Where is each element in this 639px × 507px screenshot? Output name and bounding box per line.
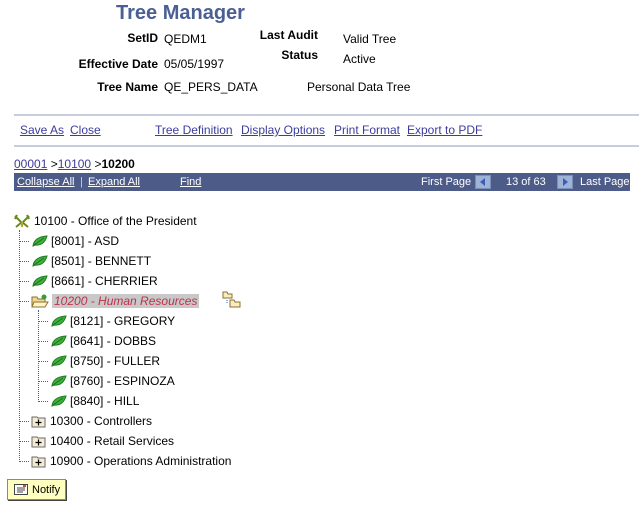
collapse-all-link[interactable]: Collapse All bbox=[17, 176, 74, 188]
tree-name-label: Tree Name bbox=[97, 80, 158, 94]
toolbar-divider: | bbox=[80, 176, 83, 188]
close-link[interactable]: Close bbox=[70, 123, 101, 137]
move-node-icon[interactable] bbox=[222, 290, 242, 311]
setid-value: QEDM1 bbox=[164, 32, 207, 46]
previous-page-button[interactable] bbox=[475, 175, 491, 189]
first-page-label[interactable]: First Page bbox=[421, 176, 471, 188]
tree-collapsed-node[interactable]: 10300 - Controllers bbox=[31, 412, 152, 430]
breadcrumb-separator: > bbox=[50, 157, 58, 171]
tree-connector bbox=[19, 281, 29, 282]
effective-date-value: 05/05/1997 bbox=[164, 57, 225, 71]
tree-node-label: [8840] - HILL bbox=[70, 394, 140, 408]
tree-root-node[interactable]: 10100 - Office of the President bbox=[13, 212, 197, 230]
leaf-icon bbox=[51, 355, 67, 367]
tree-node-label: [8661] - CHERRIER bbox=[51, 274, 158, 288]
setid-label: SetID bbox=[127, 31, 158, 45]
leaf-icon bbox=[51, 395, 67, 407]
tree-connector bbox=[38, 401, 48, 402]
arrow-left-icon bbox=[480, 178, 485, 186]
tree-connector bbox=[38, 361, 48, 362]
tree-collapsed-node[interactable]: 10400 - Retail Services bbox=[31, 432, 174, 450]
tree-connector bbox=[19, 301, 29, 302]
tree-node-label: 10100 - Office of the President bbox=[34, 214, 197, 228]
expand-plus-icon[interactable] bbox=[31, 455, 47, 468]
leaf-icon bbox=[32, 235, 48, 247]
tree-selected-node[interactable]: 10200 - Human Resources bbox=[31, 292, 200, 310]
tree-node-label: 10900 - Operations Administration bbox=[50, 454, 232, 468]
tree-description: Personal Data Tree bbox=[307, 80, 411, 94]
status-label: Status bbox=[281, 48, 318, 62]
effective-date-label: Effective Date bbox=[78, 57, 158, 71]
tree-node-label: 10300 - Controllers bbox=[50, 414, 153, 428]
expand-plus-icon[interactable] bbox=[31, 415, 47, 428]
tree-connector bbox=[38, 321, 48, 322]
tree-node-label: 10200 - Human Resources bbox=[52, 294, 200, 308]
tree-node-label: [8750] - FULLER bbox=[70, 354, 161, 368]
tree-collapsed-node[interactable]: 10900 - Operations Administration bbox=[31, 452, 231, 470]
tree-leaf-node[interactable]: [8760] - ESPINOZA bbox=[51, 372, 175, 390]
expand-plus-icon[interactable] bbox=[31, 435, 47, 448]
find-link[interactable]: Find bbox=[180, 176, 201, 188]
save-as-link[interactable]: Save As bbox=[20, 123, 64, 137]
tree-node-label: [8121] - GREGORY bbox=[70, 314, 176, 328]
print-format-link[interactable]: Print Format bbox=[334, 123, 400, 137]
leaf-icon bbox=[51, 375, 67, 387]
leaf-icon bbox=[32, 275, 48, 287]
tree-node-label: [8001] - ASD bbox=[51, 234, 120, 248]
tree-node-label: [8760] - ESPINOZA bbox=[70, 374, 175, 388]
tree-connector bbox=[38, 310, 39, 402]
tree-leaf-node[interactable]: [8750] - FULLER bbox=[51, 352, 160, 370]
leaf-icon bbox=[51, 315, 67, 327]
tree-connector bbox=[19, 241, 29, 242]
leaf-icon bbox=[51, 335, 67, 347]
tree-leaf-node[interactable]: [8641] - DOBBS bbox=[51, 332, 156, 350]
tree-node-label: [8501] - BENNETT bbox=[51, 254, 152, 268]
next-page-button[interactable] bbox=[557, 175, 573, 189]
export-pdf-link[interactable]: Export to PDF bbox=[407, 123, 482, 137]
tree-connector bbox=[19, 461, 29, 462]
tree-leaf-node[interactable]: [8840] - HILL bbox=[51, 392, 139, 410]
tree-leaf-node[interactable]: [8661] - CHERRIER bbox=[32, 272, 158, 290]
page-info: 13 of 63 bbox=[506, 176, 546, 188]
tree-connector bbox=[19, 261, 29, 262]
tree-connector bbox=[38, 341, 48, 342]
tree-connector bbox=[38, 381, 48, 382]
last-audit-value: Valid Tree bbox=[343, 32, 397, 46]
breadcrumb-item-10100[interactable]: 10100 bbox=[58, 157, 91, 171]
divider-top bbox=[14, 114, 639, 116]
tree-leaf-node[interactable]: [8001] - ASD bbox=[32, 232, 119, 250]
tree-toolbar: Collapse All | Expand All Find First Pag… bbox=[14, 173, 630, 191]
leaf-icon bbox=[32, 255, 48, 267]
tree-leaf-node[interactable]: [8121] - GREGORY bbox=[51, 312, 175, 330]
last-page-label[interactable]: Last Page bbox=[580, 176, 630, 188]
tree-leaf-node[interactable]: [8501] - BENNETT bbox=[32, 252, 151, 270]
expand-all-link[interactable]: Expand All bbox=[88, 176, 140, 188]
breadcrumb: 00001 >10100 >10200 bbox=[14, 157, 135, 171]
tree-connector bbox=[19, 230, 20, 462]
notify-icon bbox=[14, 484, 28, 495]
notify-button[interactable]: Notify bbox=[7, 479, 66, 500]
breadcrumb-current: 10200 bbox=[101, 157, 135, 171]
divider-bottom bbox=[14, 145, 639, 147]
status-value: Active bbox=[343, 52, 376, 66]
root-node-icon bbox=[14, 214, 30, 228]
tree-node-label: 10400 - Retail Services bbox=[50, 434, 175, 448]
tree-definition-link[interactable]: Tree Definition bbox=[155, 123, 233, 137]
tree-node-label: [8641] - DOBBS bbox=[70, 334, 157, 348]
page-title: Tree Manager bbox=[116, 2, 245, 24]
open-folder-icon bbox=[31, 294, 49, 308]
last-audit-label: Last Audit bbox=[259, 28, 318, 42]
arrow-right-icon bbox=[563, 178, 568, 186]
tree-connector bbox=[19, 441, 29, 442]
breadcrumb-item-00001[interactable]: 00001 bbox=[14, 157, 47, 171]
notify-label: Notify bbox=[32, 483, 61, 496]
tree-connector bbox=[19, 421, 29, 422]
display-options-link[interactable]: Display Options bbox=[241, 123, 325, 137]
tree-name-value: QE_PERS_DATA bbox=[164, 80, 258, 94]
